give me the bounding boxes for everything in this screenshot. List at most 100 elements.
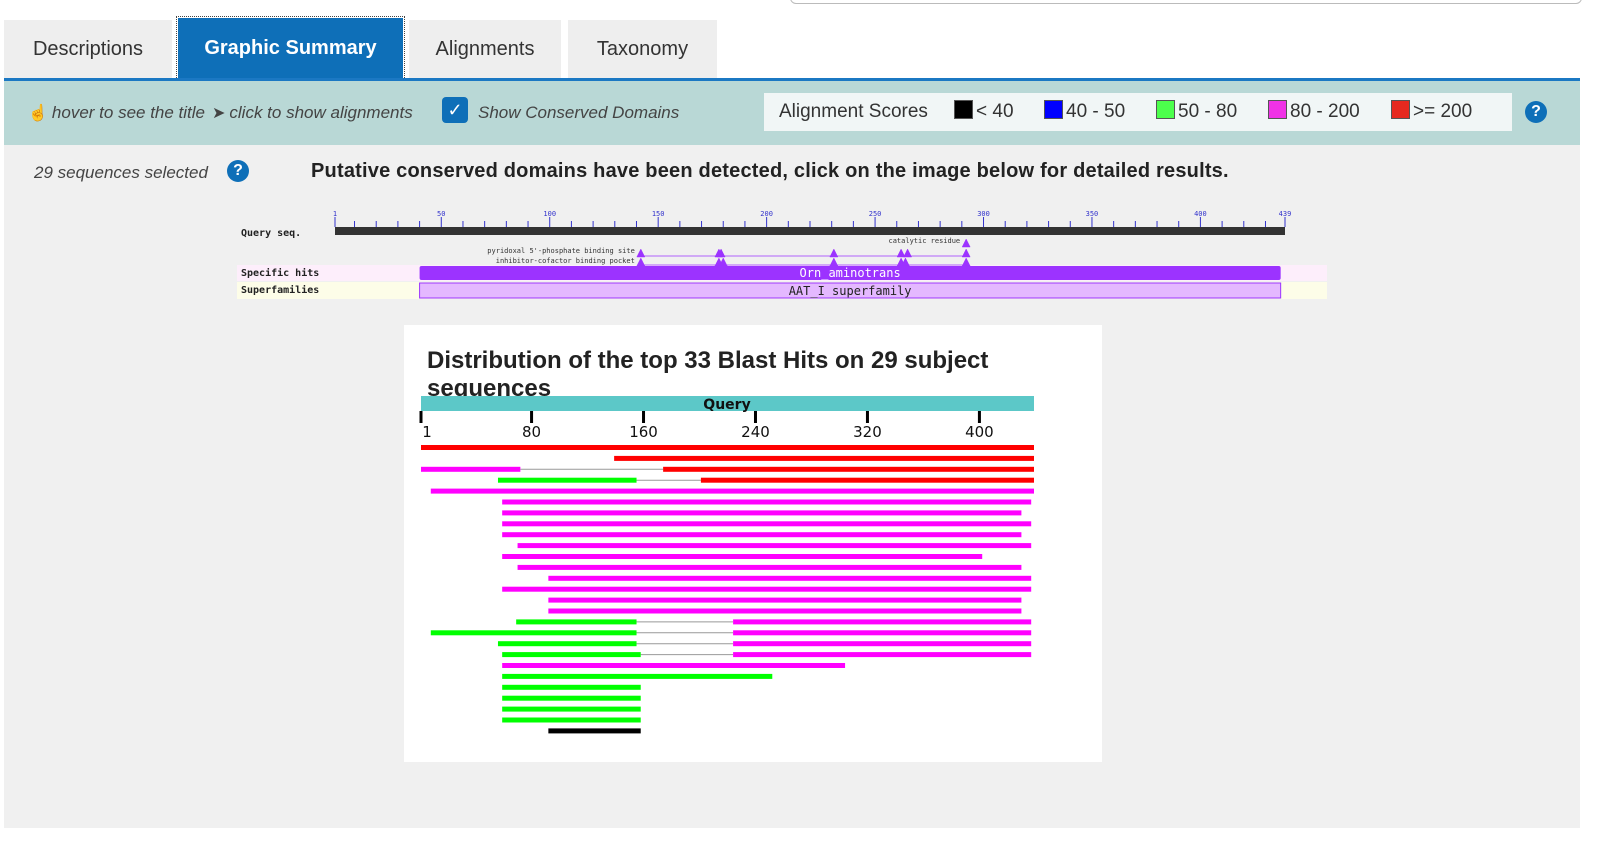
hit-segment[interactable] xyxy=(502,673,773,679)
hit-row[interactable] xyxy=(548,608,1022,614)
conserved-domains-image[interactable]: Query seq. Specific hits Superfamilies 1… xyxy=(237,205,1337,305)
query-tick xyxy=(419,411,423,423)
legend-title: Alignment Scores xyxy=(779,101,928,122)
hit-row[interactable] xyxy=(548,728,641,734)
hit-row[interactable] xyxy=(502,532,1022,538)
ruler-tick-label: 300 xyxy=(977,210,990,218)
pyridoxal-site-label: pyridoxal 5'-phosphate binding site xyxy=(487,247,635,255)
ruler-tick-label: 200 xyxy=(760,210,773,218)
hit-segment[interactable] xyxy=(517,564,1022,570)
hit-row[interactable] xyxy=(502,586,1032,592)
site-marker[interactable] xyxy=(903,248,913,258)
hit-row[interactable] xyxy=(548,575,1032,581)
hit-row[interactable] xyxy=(421,466,1034,472)
click-hint-text: click to show alignments xyxy=(229,103,413,122)
hit-row[interactable] xyxy=(502,695,641,701)
hit-row[interactable] xyxy=(502,684,641,690)
query-tick xyxy=(977,411,981,423)
hit-segment[interactable] xyxy=(516,619,637,625)
hit-row[interactable] xyxy=(614,455,1034,461)
site-marker[interactable] xyxy=(829,257,839,267)
tab-descriptions[interactable]: Descriptions xyxy=(4,20,172,78)
cursor-arrow-icon: ➤ xyxy=(212,105,226,122)
hit-row[interactable] xyxy=(502,673,773,679)
site-marker[interactable] xyxy=(961,238,971,248)
tab-graphic-summary[interactable]: Graphic Summary xyxy=(176,16,405,80)
hit-segment[interactable] xyxy=(421,445,1034,450)
hit-row[interactable] xyxy=(497,477,1034,483)
hit-segment[interactable] xyxy=(502,717,641,723)
hit-segment[interactable] xyxy=(663,466,1034,472)
hit-row[interactable] xyxy=(421,445,1034,450)
hit-segment[interactable] xyxy=(502,652,641,658)
query-tick-label: 1 xyxy=(422,423,432,441)
tab-taxonomy[interactable]: Taxonomy xyxy=(568,20,717,78)
hit-row[interactable] xyxy=(502,706,641,712)
hit-segment[interactable] xyxy=(502,521,1032,527)
show-cdd-checkbox[interactable]: ✓ xyxy=(442,97,468,123)
site-marker[interactable] xyxy=(961,257,971,267)
hit-row[interactable] xyxy=(517,543,1032,549)
hit-row[interactable] xyxy=(516,619,1032,625)
show-cdd-label[interactable]: Show Conserved Domains xyxy=(478,81,679,145)
hit-segment[interactable] xyxy=(502,663,846,668)
site-marker[interactable] xyxy=(896,248,906,258)
hit-segment[interactable] xyxy=(502,554,983,559)
hit-row[interactable] xyxy=(548,597,1022,603)
hit-segment[interactable] xyxy=(733,619,1032,625)
hit-segment[interactable] xyxy=(548,608,1022,614)
hit-row[interactable] xyxy=(502,663,846,668)
selection-help-icon[interactable]: ? xyxy=(227,160,249,182)
site-marker[interactable] xyxy=(961,248,971,258)
query-tick xyxy=(530,411,534,423)
hit-segment[interactable] xyxy=(502,706,641,712)
hit-row[interactable] xyxy=(502,652,1032,658)
hit-row[interactable] xyxy=(430,488,1034,494)
hit-segment[interactable] xyxy=(430,488,1034,494)
hit-segment[interactable] xyxy=(421,466,521,472)
query-tick-label: 80 xyxy=(522,423,541,441)
query-tick-label: 320 xyxy=(853,423,882,441)
hit-segment[interactable] xyxy=(733,641,1032,647)
hit-segment[interactable] xyxy=(614,455,1034,461)
hit-row[interactable] xyxy=(502,510,1022,516)
legend-item: >= 200 xyxy=(1391,93,1472,131)
hit-row[interactable] xyxy=(502,717,641,723)
hit-segment[interactable] xyxy=(548,575,1032,581)
hit-segment[interactable] xyxy=(502,695,641,701)
legend-item: < 40 xyxy=(954,93,1014,131)
hit-row[interactable] xyxy=(497,641,1032,647)
superfamily-label: AAT_I superfamily xyxy=(789,284,912,298)
tab-alignments[interactable]: Alignments xyxy=(409,20,561,78)
catalytic-residue-label: catalytic residue xyxy=(889,237,961,245)
hit-segment[interactable] xyxy=(502,684,641,690)
hit-segment[interactable] xyxy=(517,543,1032,549)
hit-segment[interactable] xyxy=(430,630,637,636)
hit-row[interactable] xyxy=(502,554,983,559)
hit-row[interactable] xyxy=(502,499,1032,505)
query-tick-label: 240 xyxy=(741,423,770,441)
hit-row[interactable] xyxy=(430,630,1032,636)
site-marker[interactable] xyxy=(636,257,646,267)
checkmark-icon: ✓ xyxy=(447,100,463,120)
hit-segment[interactable] xyxy=(497,477,637,483)
hit-segment[interactable] xyxy=(548,597,1022,603)
site-marker[interactable] xyxy=(636,248,646,258)
hit-segment[interactable] xyxy=(497,641,637,647)
hit-segment[interactable] xyxy=(700,477,1034,483)
blast-hit-distribution[interactable]: Distribution of the top 33 Blast Hits on… xyxy=(404,325,1102,762)
distribution-graphic[interactable]: Query 1 80 160 240 320 400 xyxy=(404,325,1102,762)
hit-segment[interactable] xyxy=(733,630,1032,636)
hit-segment[interactable] xyxy=(502,499,1032,505)
legend-help-icon[interactable]: ? xyxy=(1525,101,1547,123)
legend-item: 80 - 200 xyxy=(1268,93,1360,131)
hit-row[interactable] xyxy=(502,521,1032,527)
hit-segment[interactable] xyxy=(502,510,1022,516)
hit-segment[interactable] xyxy=(548,728,641,734)
site-marker[interactable] xyxy=(829,248,839,258)
hit-row[interactable] xyxy=(517,564,1022,570)
query-tick xyxy=(865,411,869,423)
hit-segment[interactable] xyxy=(502,532,1022,538)
hit-segment[interactable] xyxy=(733,652,1032,658)
hit-segment[interactable] xyxy=(502,586,1032,592)
